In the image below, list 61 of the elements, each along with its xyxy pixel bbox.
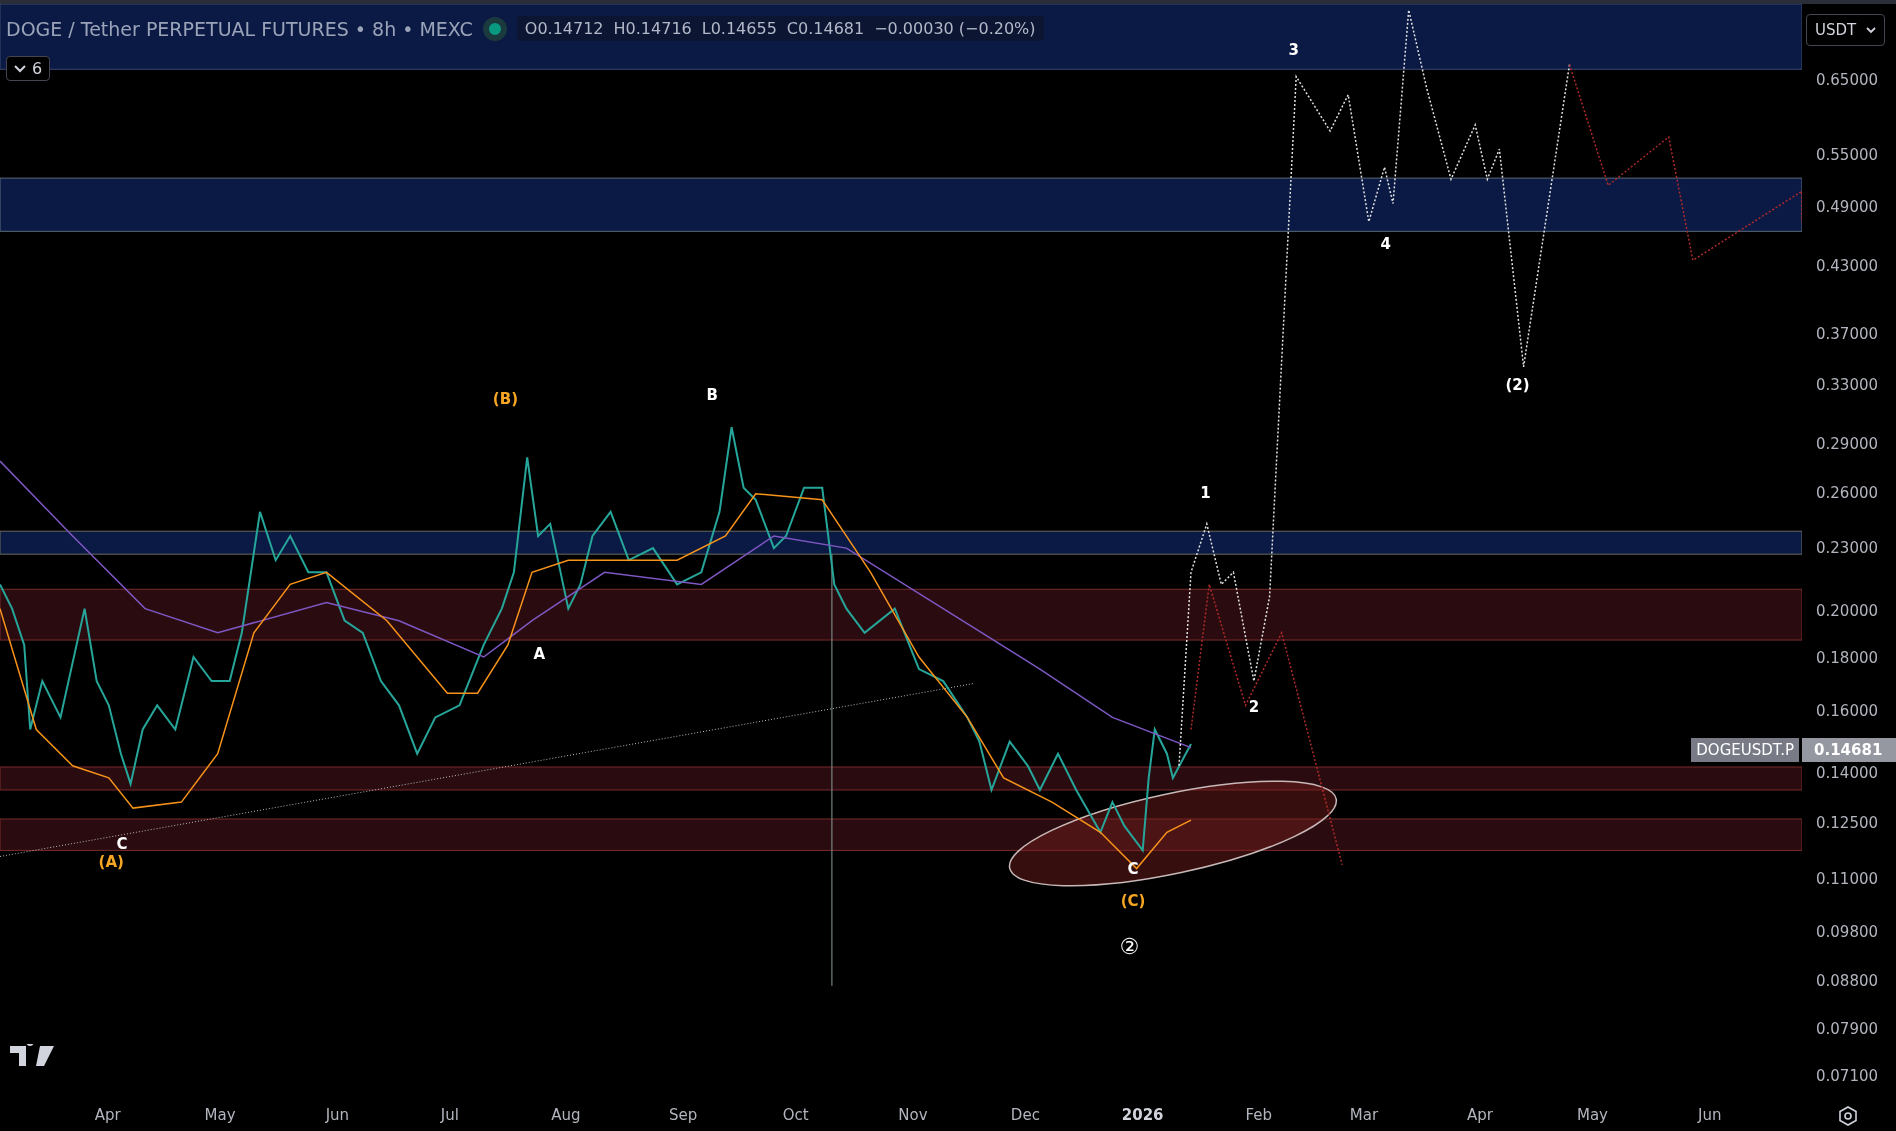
wave-label: ② (1119, 933, 1140, 959)
time-label: Jul (440, 1106, 459, 1124)
settings-icon[interactable] (1838, 1106, 1858, 1126)
ohlc-value: H0.14716 (613, 19, 692, 38)
time-label: May (204, 1106, 236, 1124)
price-label: 0.09800 (1816, 923, 1879, 942)
wave-label: 1 (1200, 484, 1211, 503)
price-label: 0.65000 (1816, 70, 1879, 89)
price-label: 0.11000 (1816, 870, 1879, 889)
time-label: Oct (782, 1106, 809, 1124)
price-label: 0.37000 (1816, 324, 1879, 343)
price-label: 0.33000 (1816, 375, 1879, 394)
logo-icon (10, 1044, 56, 1068)
wave-label: C (1127, 860, 1139, 879)
time-label: Apr (1467, 1106, 1493, 1124)
price-label: 0.55000 (1816, 145, 1879, 164)
wave-label: C (116, 835, 128, 853)
time-label: Jun (1698, 1106, 1722, 1124)
currency-dropdown[interactable]: USDT (1806, 14, 1886, 46)
price-label: 0.07900 (1816, 1020, 1879, 1038)
time-label: Jun (325, 1106, 350, 1124)
time-label: Apr (94, 1106, 121, 1124)
symbol-tag: DOGEUSDT.P (1691, 737, 1799, 762)
time-label: Aug (551, 1106, 581, 1124)
ohlc-value: O0.14712 (524, 19, 604, 38)
wave-label: (B) (492, 390, 518, 408)
price-label: 0.07100 (1816, 1067, 1879, 1086)
price-label: 0.29000 (1816, 434, 1879, 453)
last-price-tag: 0.14681 (1802, 737, 1896, 762)
ohlc-value: C0.14681 (786, 19, 865, 38)
chevron-icon (1866, 26, 1877, 34)
price-label: 0.23000 (1816, 538, 1879, 557)
wave-label: (2) (1505, 375, 1530, 394)
time-label: Dec (1010, 1106, 1040, 1124)
price-label: 0.49000 (1816, 197, 1879, 216)
price-change: −0.00030 (−0.20%) (874, 19, 1036, 38)
time-label: Sep (669, 1106, 698, 1124)
price-label: 0.26000 (1816, 484, 1879, 503)
wave-label: 2 (1248, 698, 1260, 717)
ohlc-value: L0.14655 (701, 19, 777, 38)
price-label: 0.18000 (1816, 648, 1879, 667)
price-label: 0.43000 (1816, 257, 1879, 275)
wave-label: (A) (98, 853, 124, 872)
wave-label: 3 (1288, 40, 1300, 59)
price-label: 0.12500 (1816, 814, 1879, 833)
time-label: Nov (898, 1106, 928, 1124)
time-label: Mar (1349, 1106, 1379, 1124)
price-label: 0.08800 (1816, 971, 1879, 990)
wave-label: 4 (1380, 235, 1391, 254)
time-label: May (1577, 1106, 1608, 1124)
price-label: 0.14000 (1816, 763, 1879, 782)
indicators-toggle[interactable]: 6 (6, 56, 51, 81)
price-label: 0.16000 (1816, 702, 1879, 720)
wave-label: B (706, 386, 718, 405)
symbol-title: DOGE / Tether PERPETUAL FUTURES • 8h • MEXC (6, 17, 473, 40)
time-label: Feb (1245, 1106, 1273, 1124)
chevron-icon (14, 64, 26, 73)
time-label: 2026 (1121, 1106, 1164, 1124)
wave-label: (C) (1120, 891, 1146, 910)
wave-label: A (533, 645, 546, 664)
price-label: 0.20000 (1816, 601, 1879, 620)
